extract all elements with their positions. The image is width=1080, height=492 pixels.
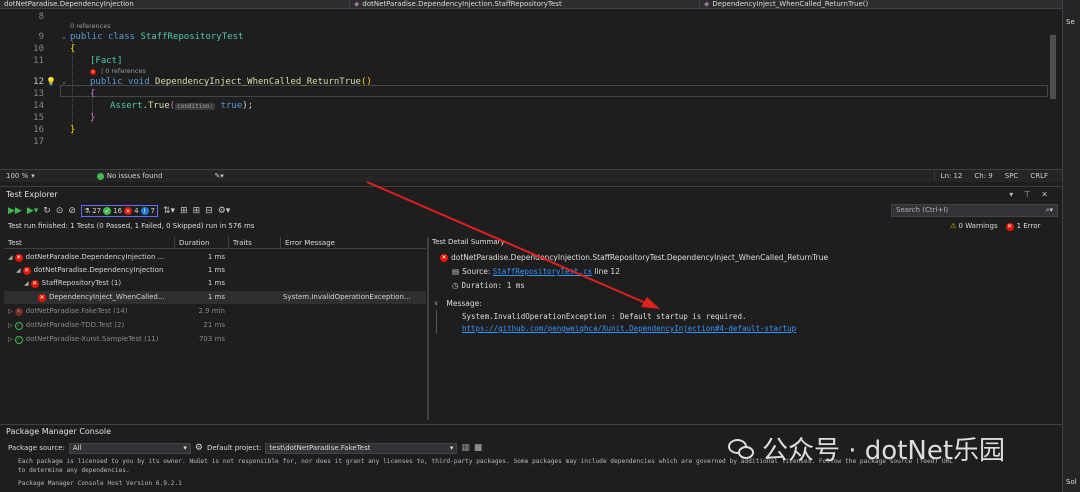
chevron-down-icon: ▾ <box>449 444 454 452</box>
package-source-label: Package source: <box>8 444 65 452</box>
stop-icon[interactable]: ■ <box>474 443 483 453</box>
package-source-value: All <box>72 444 82 452</box>
wechat-watermark: 公众号 · dotNet乐园 <box>728 430 1005 467</box>
pmc-toolbar: Package source: All ▾ ⚙ Default project:… <box>8 442 482 454</box>
default-project-dropdown[interactable]: test\dotNetParadise.FakeTest ▾ <box>265 442 458 454</box>
default-project-value: test\dotNetParadise.FakeTest <box>269 444 371 452</box>
console-line: Package Manager Console Host Version 6.9… <box>18 480 182 487</box>
wechat-logo-icon <box>728 437 756 461</box>
watermark-text: 公众号 · dotNet乐园 <box>762 436 1006 466</box>
package-source-dropdown[interactable]: All ▾ <box>68 442 191 454</box>
settings-gear-icon[interactable]: ⚙ <box>195 443 203 453</box>
annotation-arrow-head <box>641 297 660 309</box>
console-line: to determine any dependencies. <box>18 467 130 474</box>
default-project-label: Default project: <box>206 444 262 452</box>
annotation-arrow-line <box>366 181 649 305</box>
pmc-title: Package Manager Console <box>6 427 112 436</box>
annotation-arrow-icon <box>366 181 660 309</box>
chevron-down-icon: ▾ <box>183 444 187 452</box>
clear-console-icon[interactable]: ▦ <box>461 443 470 453</box>
